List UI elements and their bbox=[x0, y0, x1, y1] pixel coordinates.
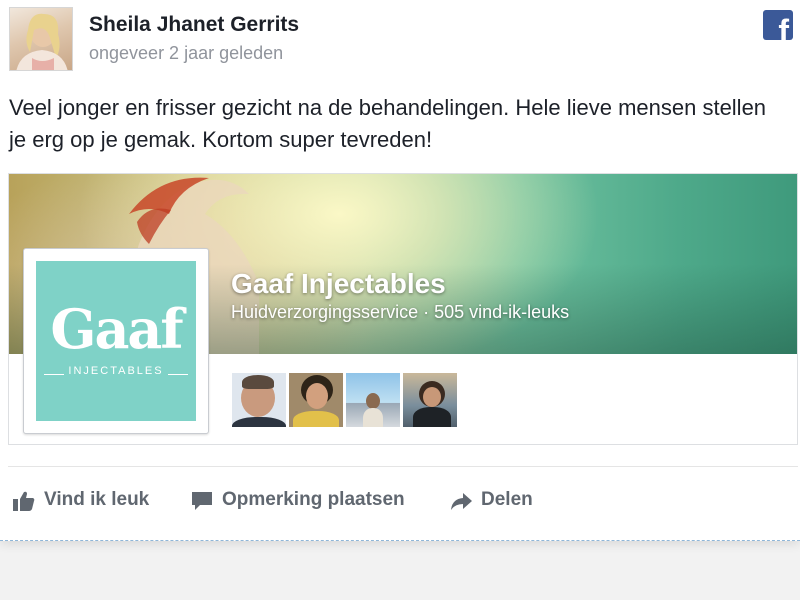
section-separator bbox=[0, 540, 800, 541]
page-logo[interactable]: Gaaf INJECTABLES bbox=[23, 248, 209, 434]
like-button[interactable]: Vind ik leuk bbox=[12, 486, 162, 516]
page-card[interactable]: Gaaf INJECTABLES Gaaf Injectables Huidve… bbox=[8, 173, 798, 445]
logo-background: Gaaf INJECTABLES bbox=[36, 261, 196, 421]
comment-icon bbox=[192, 492, 212, 510]
share-label: Delen bbox=[481, 489, 533, 510]
friend-avatar[interactable] bbox=[346, 373, 400, 427]
review-post: Sheila Jhanet Gerrits ongeveer 2 jaar ge… bbox=[0, 0, 800, 541]
page-meta: Huidverzorgingsservice · 505 vind-ik-leu… bbox=[231, 302, 570, 322]
comment-label: Opmerking plaatsen bbox=[222, 489, 405, 510]
author-name[interactable]: Sheila Jhanet Gerrits bbox=[89, 13, 299, 37]
friend-avatar[interactable] bbox=[289, 373, 343, 427]
action-divider bbox=[8, 466, 798, 467]
like-label: Vind ik leuk bbox=[44, 489, 150, 510]
page-name[interactable]: Gaaf Injectables bbox=[231, 268, 446, 300]
facebook-icon[interactable]: f bbox=[763, 10, 793, 40]
share-button[interactable]: Delen bbox=[449, 486, 549, 516]
logo-wordmark: Gaaf bbox=[50, 297, 183, 361]
post-timestamp[interactable]: ongeveer 2 jaar geleden bbox=[89, 43, 283, 64]
friend-avatar[interactable] bbox=[403, 373, 457, 427]
logo-subtitle: INJECTABLES bbox=[36, 365, 196, 377]
comment-button[interactable]: Opmerking plaatsen bbox=[190, 486, 420, 516]
friend-avatar[interactable] bbox=[232, 373, 286, 427]
thumbs-up-icon bbox=[13, 491, 35, 511]
author-avatar[interactable] bbox=[9, 7, 73, 71]
share-arrow-icon bbox=[451, 493, 472, 510]
post-message: Veel jonger en frisser gezicht na de beh… bbox=[9, 95, 767, 152]
